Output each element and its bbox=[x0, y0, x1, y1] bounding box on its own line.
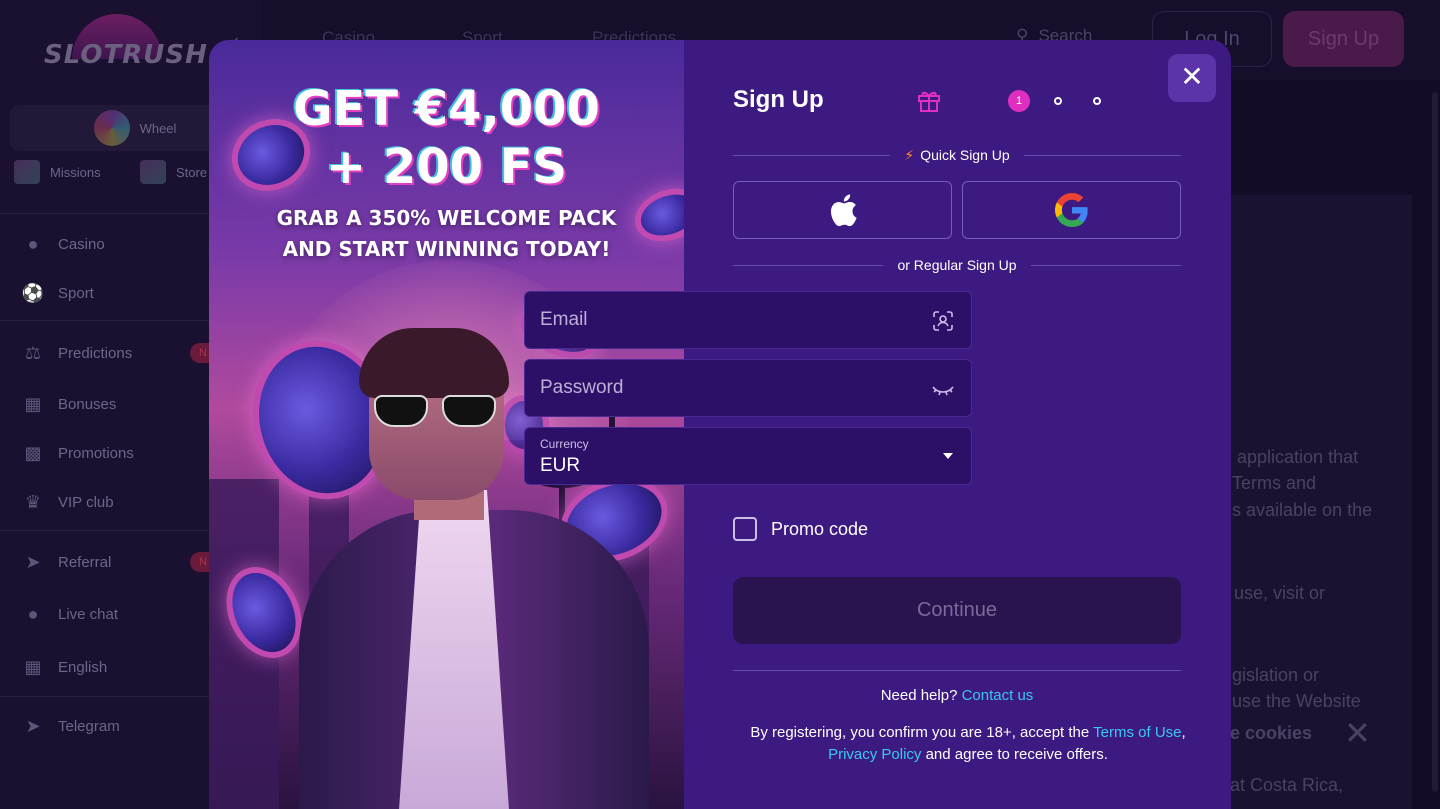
google-icon bbox=[1054, 193, 1088, 227]
divider-line bbox=[1030, 264, 1181, 266]
currency-label: Currency bbox=[540, 437, 589, 451]
step-indicator bbox=[1054, 97, 1062, 105]
regular-signup-label: or Regular Sign Up bbox=[897, 257, 1017, 273]
email-field bbox=[524, 291, 972, 349]
help-label: Need help? bbox=[880, 687, 958, 704]
legal-text-end: and agree to receive offers. bbox=[925, 746, 1108, 763]
currency-value: EUR bbox=[540, 455, 581, 476]
step-indicator-active: 1 bbox=[1008, 90, 1030, 112]
password-input[interactable] bbox=[525, 360, 971, 416]
promo-code-checkbox[interactable] bbox=[733, 517, 757, 541]
google-signup-button[interactable] bbox=[962, 181, 1181, 239]
quick-signup-label: Quick Sign Up bbox=[920, 146, 1010, 163]
step-indicator bbox=[1093, 97, 1101, 105]
gift-icon bbox=[918, 91, 940, 112]
contact-us-link[interactable]: Contact us bbox=[962, 687, 1034, 704]
help-text: Need help? Contact us bbox=[733, 687, 1181, 704]
lightning-icon: ⚡ bbox=[904, 146, 915, 163]
legal-comma: , bbox=[1181, 724, 1186, 741]
caret-down-icon bbox=[943, 453, 953, 459]
footer-divider bbox=[733, 670, 1181, 671]
close-icon: ✕ bbox=[1180, 61, 1204, 92]
face-id-icon[interactable] bbox=[931, 309, 955, 333]
password-field bbox=[524, 359, 972, 417]
legal-text: By registering, you confirm you are 18+,… bbox=[723, 722, 1213, 766]
signup-form: ✕ Sign Up 1 ⚡ Quick Sign Up or Regular Si… bbox=[0, 40, 1440, 809]
quick-signup-heading: ⚡ Quick Sign Up bbox=[904, 147, 1009, 164]
continue-button[interactable]: Continue bbox=[733, 577, 1181, 644]
email-input[interactable] bbox=[525, 292, 971, 348]
promo-code-toggle[interactable]: Promo code bbox=[733, 517, 868, 541]
eye-closed-icon[interactable] bbox=[931, 377, 955, 401]
terms-of-use-link[interactable]: Terms of Use bbox=[1093, 724, 1181, 741]
apple-signup-button[interactable] bbox=[733, 181, 952, 239]
legal-text-start: By registering, you confirm you are 18+,… bbox=[750, 724, 1090, 741]
currency-select[interactable]: Currency EUR bbox=[524, 427, 972, 485]
promo-code-label: Promo code bbox=[771, 518, 869, 539]
form-title: Sign Up bbox=[733, 86, 824, 113]
divider-line bbox=[733, 264, 884, 266]
regular-signup-divider: or Regular Sign Up bbox=[733, 255, 1181, 275]
apple-icon bbox=[830, 194, 857, 227]
privacy-policy-link[interactable]: Privacy Policy bbox=[828, 746, 921, 763]
quick-signup-divider: ⚡ Quick Sign Up bbox=[733, 145, 1182, 165]
divider-line bbox=[733, 154, 891, 156]
close-button[interactable]: ✕ bbox=[1168, 54, 1216, 102]
divider-line bbox=[1023, 154, 1182, 156]
